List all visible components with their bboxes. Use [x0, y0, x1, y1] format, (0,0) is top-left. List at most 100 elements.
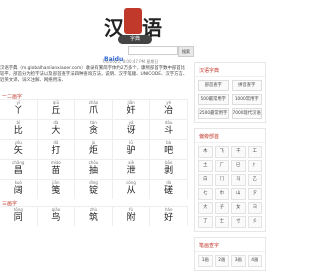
hanzi-link[interactable]: 打 — [38, 146, 75, 157]
search-input[interactable] — [128, 46, 178, 55]
radical-link[interactable]: 3画 — [231, 255, 246, 267]
character-cell[interactable]: bǐ 比 — [0, 119, 38, 139]
radical-link[interactable]: 子 — [214, 202, 229, 214]
radical-link[interactable]: 广 — [214, 160, 229, 172]
character-cell[interactable]: bāo 剥 — [150, 159, 188, 179]
character-cell[interactable]: bà 吧 — [150, 139, 188, 159]
hanzi-link[interactable]: 比 — [0, 126, 37, 137]
hanzi-link[interactable]: 笺 — [38, 186, 75, 197]
character-cell[interactable]: qiǎo 鸟 — [37, 206, 76, 226]
dictionary-link[interactable]: 7000现代汉语通用字 — [231, 108, 262, 119]
character-cell[interactable]: dìng 锭 — [75, 179, 113, 199]
hanzi-link[interactable]: 泄 — [113, 166, 150, 177]
hanzi-link[interactable]: 奸 — [113, 106, 150, 117]
hanzi-link[interactable]: 丘 — [38, 106, 75, 117]
hanzi-link[interactable]: 昌 — [0, 166, 37, 177]
character-cell[interactable]: cóng 从 — [112, 179, 151, 199]
hanzi-link[interactable]: 好 — [150, 213, 187, 224]
character-cell[interactable]: qiū 丘 — [37, 99, 76, 119]
character-cell[interactable]: dòu 斗 — [150, 119, 188, 139]
hanzi-link[interactable]: 剥 — [150, 166, 187, 177]
radical-link[interactable]: 1画 — [198, 255, 213, 267]
character-grid: tōng 同 qiǎo 鸟 zhù 筑 fù 附 hǎo 好 — [0, 206, 188, 226]
character-cell[interactable]: hǎo 好 — [150, 206, 188, 226]
radical-link[interactable]: 彐 — [247, 202, 262, 214]
hanzi-link[interactable]: 抽 — [75, 166, 112, 177]
dictionary-link[interactable]: 2500最常用字 — [198, 108, 229, 119]
character-cell[interactable]: miáo 苗 — [37, 159, 76, 179]
character-cell[interactable]: yǒu 矢 — [0, 139, 38, 159]
hanzi-link[interactable]: 矢 — [0, 146, 37, 157]
character-cell[interactable]: chāng 昌 — [0, 159, 38, 179]
character-cell[interactable]: dǎ 打 — [37, 139, 76, 159]
character-cell[interactable]: xiè 泄 — [112, 159, 151, 179]
character-cell[interactable]: jiān 笺 — [37, 179, 76, 199]
radical-link[interactable]: 飞 — [214, 146, 229, 158]
radical-link[interactable]: 巾 — [214, 188, 229, 200]
hanzi-link[interactable]: 筑 — [75, 213, 112, 224]
character-cell[interactable]: lǜ 驴 — [112, 139, 151, 159]
radical-link[interactable]: 忄 — [247, 160, 262, 172]
hanzi-link[interactable]: 阔 — [0, 186, 37, 197]
character-cell[interactable]: yě 冶 — [150, 99, 188, 119]
hanzi-link[interactable]: 丫 — [0, 106, 37, 117]
radical-link[interactable]: 彡 — [247, 216, 262, 228]
dictionary-link[interactable]: 部首查字 — [198, 80, 229, 91]
radical-link[interactable]: 干 — [231, 146, 246, 158]
hanzi-link[interactable]: 吧 — [150, 146, 187, 157]
radical-link[interactable]: 2画 — [214, 255, 229, 267]
hanzi-link[interactable]: 磋 — [150, 186, 187, 197]
radical-link[interactable]: 门 — [214, 174, 229, 186]
radical-link[interactable]: 白 — [198, 174, 213, 186]
hanzi-link[interactable]: 贪 — [75, 126, 112, 137]
dictionary-link[interactable]: 1000常用字 — [231, 94, 262, 105]
radical-link[interactable]: 木 — [198, 146, 213, 158]
radical-link[interactable]: 女 — [231, 202, 246, 214]
hanzi-link[interactable]: 炬 — [75, 146, 112, 157]
dictionary-link[interactable]: 500最常用字 — [198, 94, 229, 105]
radical-link[interactable]: 乙 — [247, 174, 262, 186]
current-date: 7/6/2025, 8:00:47 PM 星期日 — [102, 59, 159, 64]
hanzi-link[interactable]: 锭 — [75, 186, 112, 197]
character-cell[interactable]: tán 贪 — [75, 119, 113, 139]
radical-link[interactable]: 寸 — [231, 216, 246, 228]
hanzi-link[interactable]: 爪 — [75, 106, 112, 117]
radical-link[interactable]: 山 — [231, 188, 246, 200]
character-cell[interactable]: tōng 同 — [0, 206, 38, 226]
radical-link[interactable]: 士 — [214, 216, 229, 228]
character-cell[interactable]: yī 丫 — [0, 99, 38, 119]
hanzi-link[interactable]: 苗 — [38, 166, 75, 177]
radical-link[interactable]: 工 — [247, 146, 262, 158]
character-cell[interactable]: yá 讶 — [112, 119, 151, 139]
hanzi-link[interactable]: 从 — [113, 186, 150, 197]
hanzi-link[interactable]: 附 — [113, 213, 150, 224]
hanzi-link[interactable]: 驴 — [113, 146, 150, 157]
character-cell[interactable]: kuò 阔 — [0, 179, 38, 199]
radical-link[interactable]: 巳 — [231, 160, 246, 172]
hanzi-link[interactable]: 鸟 — [38, 213, 75, 224]
radical-link[interactable]: 大 — [198, 202, 213, 214]
character-cell[interactable]: fù 附 — [112, 206, 151, 226]
radical-link[interactable]: 土 — [198, 160, 213, 172]
radical-link[interactable]: 4画 — [247, 255, 262, 267]
hanzi-link[interactable]: 冶 — [150, 106, 187, 117]
hanzi-link[interactable]: 斗 — [150, 126, 187, 137]
radical-link[interactable]: 马 — [231, 174, 246, 186]
search-button[interactable]: 搜索 — [178, 46, 194, 57]
hanzi-link[interactable]: 讶 — [113, 126, 150, 137]
character-cell[interactable]: chōu 抽 — [75, 159, 113, 179]
dictionary-link[interactable]: 拼音查字 — [231, 80, 262, 91]
character-cell[interactable]: zhù 筑 — [75, 206, 113, 226]
radical-link[interactable]: 丁 — [198, 216, 213, 228]
hanzi-link[interactable]: 同 — [0, 213, 37, 224]
radical-link[interactable]: 七 — [198, 188, 213, 200]
character-cell[interactable]: zhǎo 爪 — [75, 99, 113, 119]
character-cell[interactable]: jù 炬 — [75, 139, 113, 159]
character-cell[interactable]: dà 磋 — [150, 179, 188, 199]
radical-link[interactable]: 夕 — [247, 188, 262, 200]
character-cell[interactable]: dà 大 — [37, 119, 76, 139]
site-logo[interactable]: 汉 语 字典 — [104, 8, 164, 44]
hanzi-link[interactable]: 大 — [38, 126, 75, 137]
character-cell[interactable]: jiān 奸 — [112, 99, 151, 119]
sidebar: 汉语字典 部首查字 拼音查字 500最常用字 1000常用字 2500最常用字 7000现代… — [194, 62, 266, 276]
